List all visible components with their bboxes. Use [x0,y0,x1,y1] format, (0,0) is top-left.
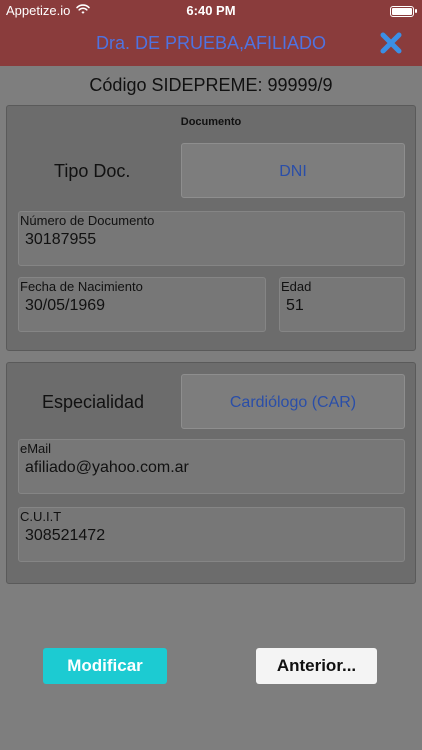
close-x-icon[interactable] [378,30,404,56]
cuit-label: C.U.I.T [20,509,62,524]
edad-label: Edad [281,279,312,294]
especialidad-label: Especialidad [42,392,145,412]
numero-documento-field[interactable]: Número de Documento 30187955 [18,211,405,266]
fecha-nacimiento-label: Fecha de Nacimiento [20,279,143,294]
numero-documento-label: Número de Documento [20,213,155,228]
tipo-doc-label: Tipo Doc. [54,161,131,181]
tipo-doc-select[interactable]: DNI [181,143,405,198]
numero-documento-value: 30187955 [25,231,97,248]
edad-field[interactable]: Edad 51 [279,277,405,332]
email-value: afiliado@yahoo.com.ar [25,459,189,476]
documento-panel: Documento Tipo Doc. DNI Número de Docume… [6,105,416,351]
status-bar: Appetize.io 6:40 PM [0,0,422,22]
contacto-panel: Especialidad Cardiólogo (CAR) eMail afil… [6,362,416,584]
cuit-value: 308521472 [25,527,106,544]
email-label: eMail [20,441,52,456]
sidepreme-code: Código SIDEPREME: 99999/9 [89,75,333,95]
email-field[interactable]: eMail afiliado@yahoo.com.ar [18,439,405,494]
especialidad-select[interactable]: Cardiólogo (CAR) [181,374,405,429]
documento-title: Documento [180,116,242,128]
page-title: Dra. DE PRUEBA,AFILIADO [95,33,327,53]
edad-value: 51 [286,297,304,314]
status-time: 6:40 PM [186,3,236,18]
cuit-field[interactable]: C.U.I.T 308521472 [18,507,405,562]
anterior-button[interactable]: Anterior... [256,648,377,684]
fecha-nacimiento-value: 30/05/1969 [25,297,106,314]
navigation-bar: Dra. DE PRUEBA,AFILIADO [0,22,422,66]
fecha-nacimiento-field[interactable]: Fecha de Nacimiento 30/05/1969 [18,277,266,332]
battery-icon [390,6,417,17]
modificar-button[interactable]: Modificar [43,648,167,684]
